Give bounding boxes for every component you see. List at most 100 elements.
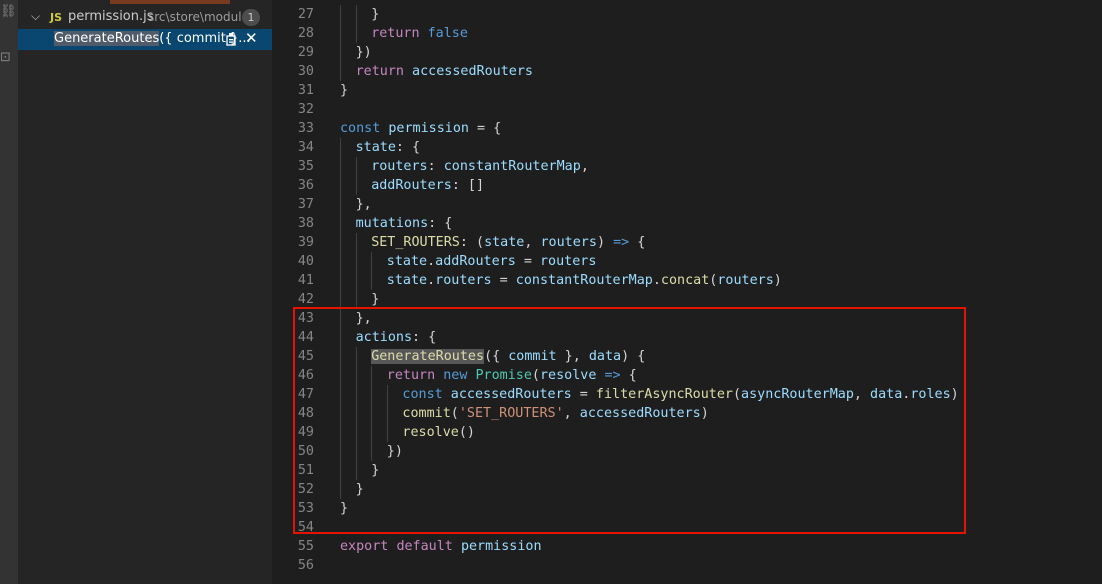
chevron-down-icon[interactable]: ⌵ [31, 9, 40, 24]
code-line[interactable]: 56 [272, 556, 1102, 575]
code-text: const permission = { [340, 119, 501, 138]
replace-icon[interactable] [225, 32, 239, 46]
code-text: return false [371, 24, 468, 43]
indent-guide [340, 24, 341, 43]
indent-guide [355, 176, 357, 195]
code-token: return [371, 26, 420, 41]
code-token: , [524, 235, 541, 250]
line-number: 38 [297, 216, 314, 231]
code-token: mutations [355, 216, 429, 231]
code-line[interactable]: 27} [272, 5, 1102, 24]
code-text: state.routers = constantRouterMap.concat… [387, 271, 782, 290]
code-token: => [613, 235, 630, 250]
redacted-text [110, 0, 230, 4]
search-match-row[interactable]: GenerateRoutes({ commit }... ✕ [18, 29, 272, 50]
indent-guide [355, 233, 357, 252]
code-line[interactable]: 38 mutations: { [272, 214, 1102, 233]
code-line[interactable]: 55 export default permission [272, 537, 1102, 556]
code-line[interactable]: 36 addRouters: [] [272, 176, 1102, 195]
code-token: routers [717, 273, 774, 288]
code-token: ) [596, 235, 614, 250]
line-number: 40 [297, 254, 314, 269]
line-number: 27 [297, 7, 314, 22]
code-token: }) [355, 45, 372, 60]
indent-guide [340, 176, 341, 195]
code-text: addRouters: [] [371, 176, 484, 195]
code-line[interactable]: 28 return false [272, 24, 1102, 43]
code-line[interactable]: 31} [272, 81, 1102, 100]
line-number: 35 [297, 159, 314, 174]
code-line[interactable]: 29}) [272, 43, 1102, 62]
code-text: mutations: { [356, 214, 453, 233]
indent-guide [340, 157, 341, 176]
code-text: } [340, 81, 348, 100]
line-number: 31 [297, 83, 314, 98]
code-line[interactable]: 30 return accessedRouters [272, 62, 1102, 81]
code-token: ) [773, 273, 782, 288]
code-token: { [629, 235, 646, 250]
code-text: return accessedRouters [356, 62, 533, 81]
activity-bar: ⛓ ⊡ [0, 0, 18, 584]
code-token: state [386, 273, 428, 288]
code-line[interactable]: 35 routers: constantRouterMap, [272, 157, 1102, 176]
code-line[interactable]: 32 [272, 100, 1102, 119]
code-line[interactable]: 34 state: { [272, 138, 1102, 157]
code-token: = [515, 254, 540, 269]
code-token: false [427, 26, 468, 41]
match-highlight: GenerateRoutes [54, 31, 160, 46]
line-number: 37 [297, 197, 314, 212]
line-number: 33 [297, 121, 314, 136]
debug-icon[interactable]: ⛓ [0, 4, 17, 19]
code-line[interactable]: 33 const permission = { [272, 119, 1102, 138]
code-token: return [355, 64, 404, 79]
code-token: routers [540, 235, 597, 250]
search-results-panel: ⌵ JS permission.js src\store\modules 1 G… [18, 0, 272, 584]
code-token: constantRouterMap [443, 159, 581, 174]
code-editor[interactable]: 56 55 export default permission 54 53} 52} 51}… [272, 0, 1102, 584]
code-line[interactable]: 39 SET_ROUTERS: (state, routers) => { [272, 233, 1102, 252]
line-number: 29 [297, 45, 314, 60]
indent-guide [340, 43, 341, 62]
indent-guide [340, 5, 341, 24]
indent-guide [355, 24, 357, 43]
code-text: } [371, 5, 379, 24]
file-path: src\store\modules [148, 10, 256, 24]
indent-guide [355, 271, 357, 290]
extensions-icon[interactable]: ⊡ [0, 50, 11, 65]
line-number: 56 [297, 558, 314, 573]
code-token: : [427, 159, 444, 174]
file-name: permission.js [68, 9, 154, 24]
match-count-badge: 1 [242, 9, 260, 26]
search-result-file[interactable]: ⌵ JS permission.js src\store\modules 1 [18, 8, 272, 28]
code-token: state [386, 254, 428, 269]
code-line[interactable]: 37}, [272, 195, 1102, 214]
indent-guide [340, 195, 341, 214]
code-token: accessedRouters [412, 64, 533, 79]
indent-guide [355, 157, 357, 176]
code-token: : [] [451, 178, 485, 193]
close-icon[interactable]: ✕ [245, 29, 258, 47]
code-text: }) [356, 43, 372, 62]
match-text: GenerateRoutes({ commit }... [54, 31, 251, 46]
line-number: 32 [297, 102, 314, 117]
code-token: . [427, 254, 436, 269]
code-token: permission [388, 121, 469, 136]
code-token: : ( [459, 235, 485, 250]
code-line[interactable]: 40 state.addRouters = routers [272, 252, 1102, 271]
line-number: 41 [297, 273, 314, 288]
code-token: routers [435, 273, 492, 288]
indent-guide [371, 271, 373, 290]
line-number: 28 [297, 26, 314, 41]
javascript-file-icon: JS [50, 11, 63, 24]
code-text: }, [356, 195, 372, 214]
code-token: state [484, 235, 525, 250]
code-token: default [396, 539, 453, 554]
code-token: state [355, 140, 396, 155]
indent-guide [371, 252, 373, 271]
code-token: routers [539, 254, 597, 269]
code-line[interactable]: 41 state.routers = constantRouterMap.conc… [272, 271, 1102, 290]
code-token: routers [371, 159, 428, 174]
